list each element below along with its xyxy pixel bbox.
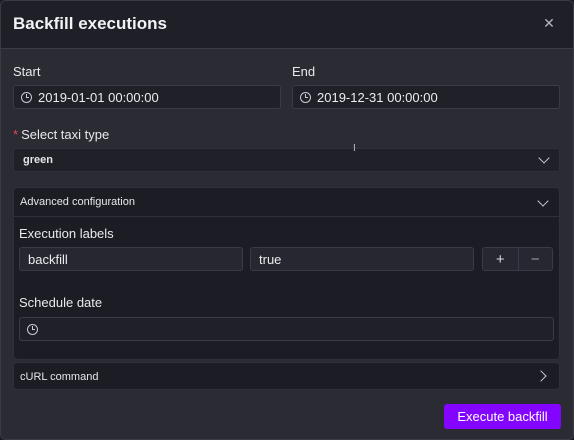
start-date-value: 2019-01-01 00:00:00 [38,89,159,105]
execute-backfill-button[interactable]: Execute backfill [444,404,561,429]
end-date-field[interactable]: 2019-12-31 00:00:00 [292,85,560,109]
schedule-date-field[interactable] [19,317,554,341]
clock-icon [300,91,311,103]
end-date-value: 2019-12-31 00:00:00 [317,89,438,105]
chevron-down-icon [538,152,550,164]
clock-icon [21,91,32,103]
end-label: End [292,64,316,79]
label-actions: + − [482,247,553,271]
required-marker: * [13,127,19,142]
curl-command-title: cURL command [20,371,99,383]
advanced-configuration-toggle[interactable]: Advanced configuration [14,188,559,217]
chevron-right-icon [535,370,547,382]
curl-command-toggle[interactable]: cURL command [13,362,560,390]
clock-icon [27,323,38,335]
backfill-dialog: Backfill executions ✕ Start 2019-01-01 0… [0,0,574,440]
text-cursor-icon: I [353,143,356,154]
start-label: Start [13,64,41,79]
dialog-header: Backfill executions ✕ [1,1,573,49]
remove-label-button[interactable]: − [517,248,553,270]
label-key-input[interactable]: backfill [19,247,243,271]
dialog-title: Backfill executions [13,14,168,33]
start-date-field[interactable]: 2019-01-01 00:00:00 [13,85,281,109]
chevron-down-icon [537,195,549,207]
taxi-type-label-text: Select taxi type [21,127,110,142]
close-icon[interactable]: ✕ [541,15,557,31]
schedule-date-label: Schedule date [19,295,103,310]
label-value-input[interactable]: true [250,247,474,271]
advanced-configuration-title: Advanced configuration [20,196,135,208]
add-label-button[interactable]: + [483,248,518,270]
execution-labels-label: Execution labels [19,226,114,241]
taxi-type-label: * Select taxi type [13,127,109,142]
taxi-type-value: green [23,154,53,166]
taxi-type-select[interactable]: green [13,148,560,172]
